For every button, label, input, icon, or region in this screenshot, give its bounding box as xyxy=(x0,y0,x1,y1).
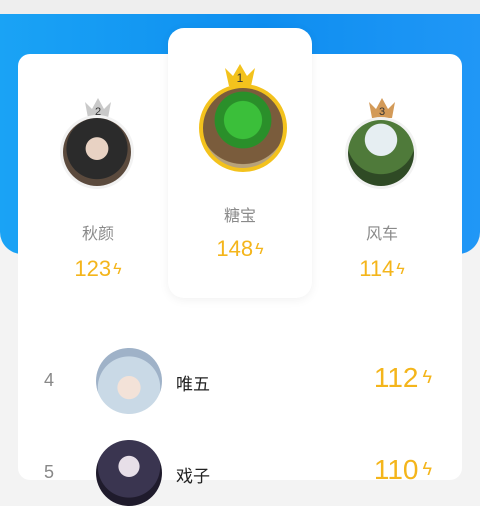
silver-crown-icon: 2 xyxy=(85,98,111,118)
avatar[interactable] xyxy=(63,118,131,186)
bolt-icon: ϟ xyxy=(422,367,432,387)
bronze-crown-icon: 3 xyxy=(369,98,395,118)
list-score: 112 ϟ xyxy=(373,362,432,393)
status-strip xyxy=(0,0,480,14)
list-item[interactable]: 5 戏子 110 ϟ xyxy=(18,440,462,506)
podium-score: 114 ϟ xyxy=(359,256,405,281)
avatar[interactable] xyxy=(199,84,287,172)
podium-name: 糖宝 xyxy=(223,208,256,225)
avatar[interactable] xyxy=(96,348,162,414)
podium-second[interactable]: 2 秋颜 123 ϟ xyxy=(30,90,166,290)
list-name: 唯五 xyxy=(176,375,210,394)
avatar[interactable] xyxy=(348,120,414,186)
podium-third[interactable]: 3 风车 114 ϟ xyxy=(314,90,450,290)
crown-rank: 3 xyxy=(379,106,385,118)
crown-rank: 2 xyxy=(95,106,101,118)
crown-rank: 1 xyxy=(237,71,244,85)
bolt-icon: ϟ xyxy=(422,459,432,479)
list-item[interactable]: 4 唯五 112 ϟ xyxy=(18,348,462,414)
podium-first[interactable]: 1 糖宝 148 ϟ xyxy=(168,58,312,268)
podium-score: 148 ϟ xyxy=(216,236,264,261)
list-name: 戏子 xyxy=(176,467,210,486)
podium-name: 风车 xyxy=(365,226,398,243)
bolt-icon: ϟ xyxy=(396,261,405,278)
podium-score: 123 ϟ xyxy=(74,256,122,281)
avatar[interactable] xyxy=(96,440,162,506)
podium-name: 秋颜 xyxy=(81,226,114,243)
bolt-icon: ϟ xyxy=(255,241,264,258)
bolt-icon: ϟ xyxy=(113,261,122,278)
rank-number: 4 xyxy=(44,370,55,390)
list-score: 110 ϟ xyxy=(373,454,432,485)
